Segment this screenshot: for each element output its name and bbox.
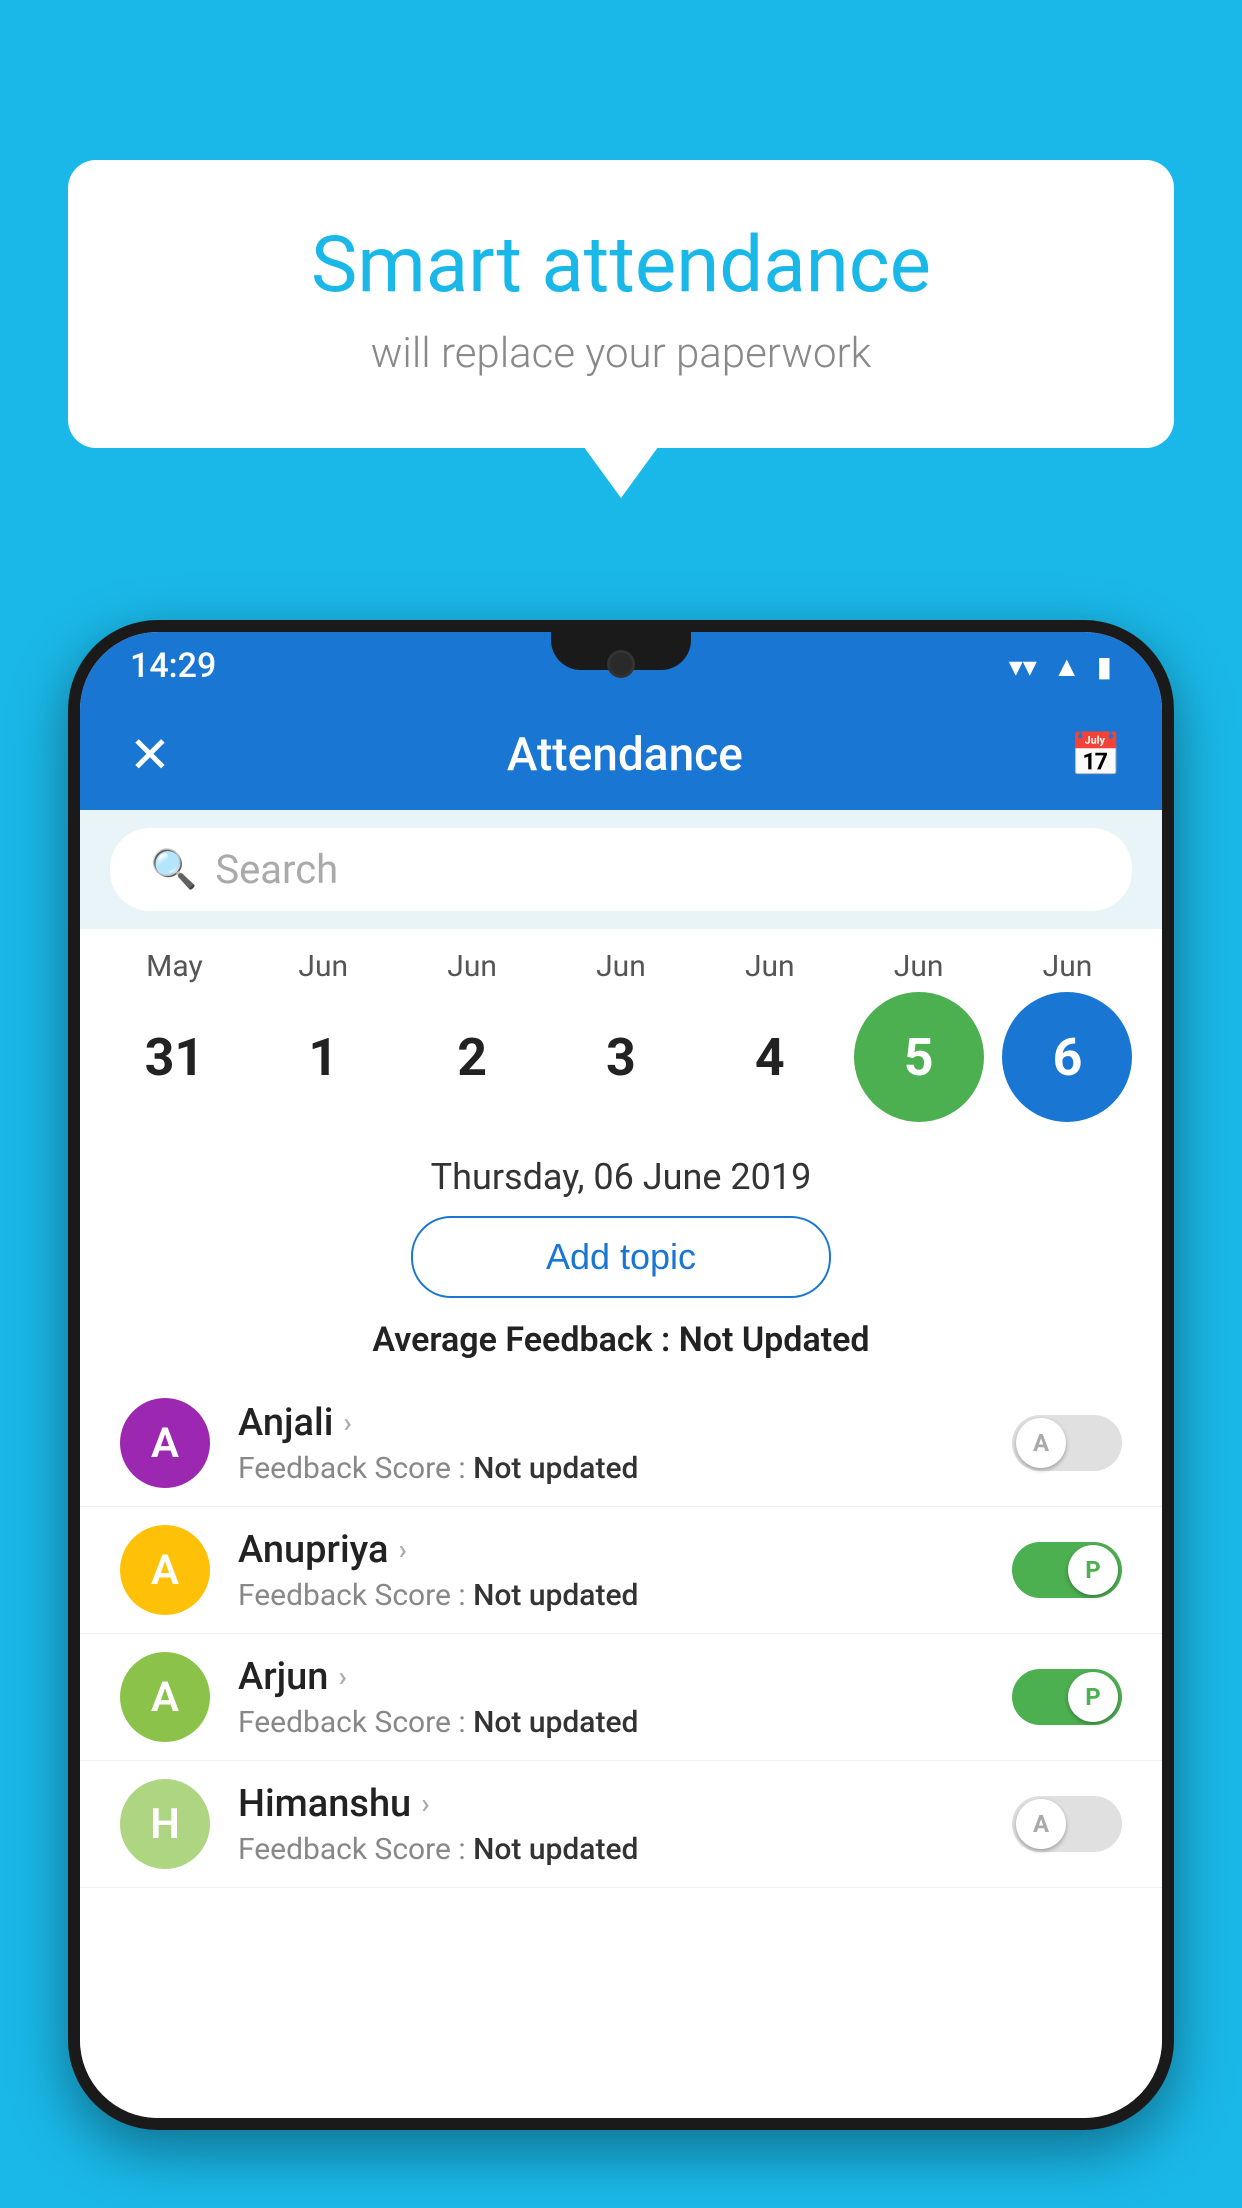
battery-icon: ▮ bbox=[1097, 650, 1112, 683]
avatar-anjali: A bbox=[120, 1398, 210, 1488]
main-title: Smart attendance bbox=[148, 220, 1094, 311]
app-bar: ✕ Attendance 📅 bbox=[80, 700, 1162, 810]
student-item-anupriya[interactable]: A Anupriya › Feedback Score : Not update… bbox=[80, 1507, 1162, 1634]
date-4[interactable]: 4 bbox=[705, 992, 835, 1122]
wifi-icon: ▾▾ bbox=[1009, 650, 1037, 683]
status-icons: ▾▾ ▲ ▮ bbox=[1009, 650, 1112, 683]
selected-date: Thursday, 06 June 2019 bbox=[80, 1132, 1162, 1216]
toggle-himanshu[interactable]: A bbox=[1012, 1796, 1122, 1852]
calendar-strip: May Jun Jun Jun Jun Jun Jun 31 1 2 3 4 5… bbox=[80, 929, 1162, 1132]
date-2[interactable]: 2 bbox=[407, 992, 537, 1122]
phone-screen: 14:29 ▾▾ ▲ ▮ ✕ Attendance 📅 🔍 Search bbox=[80, 632, 1162, 2118]
month-5: Jun bbox=[854, 949, 984, 984]
student-item-anjali[interactable]: A Anjali › Feedback Score : Not updated bbox=[80, 1380, 1162, 1507]
date-6[interactable]: 6 bbox=[1002, 992, 1132, 1122]
calendar-months: May Jun Jun Jun Jun Jun Jun bbox=[100, 949, 1142, 984]
month-1: Jun bbox=[258, 949, 388, 984]
search-container: 🔍 Search bbox=[80, 810, 1162, 929]
month-3: Jun bbox=[556, 949, 686, 984]
add-topic-button[interactable]: Add topic bbox=[411, 1216, 831, 1298]
student-feedback-arjun: Feedback Score : Not updated bbox=[238, 1705, 984, 1740]
student-info-himanshu: Himanshu › Feedback Score : Not updated bbox=[238, 1782, 984, 1867]
toggle-anjali[interactable]: A bbox=[1012, 1415, 1122, 1471]
phone-camera bbox=[607, 650, 635, 678]
chevron-anjali: › bbox=[343, 1406, 351, 1439]
student-info-anjali: Anjali › Feedback Score : Not updated bbox=[238, 1401, 984, 1486]
phone-outer: 14:29 ▾▾ ▲ ▮ ✕ Attendance 📅 🔍 Search bbox=[68, 620, 1174, 2130]
student-name-anjali: Anjali › bbox=[238, 1401, 984, 1445]
student-info-arjun: Arjun › Feedback Score : Not updated bbox=[238, 1655, 984, 1740]
calendar-button[interactable]: 📅 bbox=[1070, 731, 1122, 780]
month-2: Jun bbox=[407, 949, 537, 984]
date-3[interactable]: 3 bbox=[556, 992, 686, 1122]
toggle-thumb-anjali: A bbox=[1016, 1418, 1066, 1468]
student-feedback-anupriya: Feedback Score : Not updated bbox=[238, 1578, 984, 1613]
student-list: A Anjali › Feedback Score : Not updated bbox=[80, 1380, 1162, 2118]
chevron-anupriya: › bbox=[398, 1533, 406, 1566]
avatar-himanshu: H bbox=[120, 1779, 210, 1869]
student-name-anupriya: Anupriya › bbox=[238, 1528, 984, 1572]
date-1[interactable]: 1 bbox=[258, 992, 388, 1122]
toggle-thumb-anupriya: P bbox=[1068, 1545, 1118, 1595]
toggle-arjun[interactable]: P bbox=[1012, 1669, 1122, 1725]
app-bar-title: Attendance bbox=[507, 728, 743, 782]
phone-notch bbox=[551, 632, 691, 670]
search-input-placeholder[interactable]: Search bbox=[215, 846, 338, 893]
avatar-anupriya: A bbox=[120, 1525, 210, 1615]
calendar-dates: 31 1 2 3 4 5 6 bbox=[100, 992, 1142, 1122]
student-info-anupriya: Anupriya › Feedback Score : Not updated bbox=[238, 1528, 984, 1613]
status-time: 14:29 bbox=[130, 646, 216, 686]
avg-feedback-value: Not Updated bbox=[679, 1320, 870, 1360]
student-name-arjun: Arjun › bbox=[238, 1655, 984, 1699]
main-subtitle: will replace your paperwork bbox=[148, 329, 1094, 378]
student-item-himanshu[interactable]: H Himanshu › Feedback Score : Not update… bbox=[80, 1761, 1162, 1888]
toggle-thumb-himanshu: A bbox=[1016, 1799, 1066, 1849]
student-feedback-himanshu: Feedback Score : Not updated bbox=[238, 1832, 984, 1867]
speech-bubble-container: Smart attendance will replace your paper… bbox=[68, 160, 1174, 448]
month-0: May bbox=[109, 949, 239, 984]
student-name-himanshu: Himanshu › bbox=[238, 1782, 984, 1826]
search-bar[interactable]: 🔍 Search bbox=[110, 828, 1132, 911]
toggle-anupriya[interactable]: P bbox=[1012, 1542, 1122, 1598]
month-4: Jun bbox=[705, 949, 835, 984]
chevron-arjun: › bbox=[338, 1660, 346, 1693]
phone-frame: 14:29 ▾▾ ▲ ▮ ✕ Attendance 📅 🔍 Search bbox=[68, 620, 1174, 2208]
speech-bubble: Smart attendance will replace your paper… bbox=[68, 160, 1174, 448]
content-area: Thursday, 06 June 2019 Add topic Average… bbox=[80, 1132, 1162, 2118]
search-icon: 🔍 bbox=[150, 848, 197, 892]
toggle-thumb-arjun: P bbox=[1068, 1672, 1118, 1722]
signal-icon: ▲ bbox=[1053, 650, 1081, 683]
close-button[interactable]: ✕ bbox=[120, 726, 180, 785]
date-31[interactable]: 31 bbox=[109, 992, 239, 1122]
chevron-himanshu: › bbox=[421, 1787, 429, 1820]
avg-feedback-label: Average Feedback : bbox=[372, 1320, 670, 1360]
date-5[interactable]: 5 bbox=[854, 992, 984, 1122]
avatar-arjun: A bbox=[120, 1652, 210, 1742]
month-6: Jun bbox=[1002, 949, 1132, 984]
avg-feedback: Average Feedback : Not Updated bbox=[80, 1320, 1162, 1360]
student-item-arjun[interactable]: A Arjun › Feedback Score : Not updated bbox=[80, 1634, 1162, 1761]
student-feedback-anjali: Feedback Score : Not updated bbox=[238, 1451, 984, 1486]
